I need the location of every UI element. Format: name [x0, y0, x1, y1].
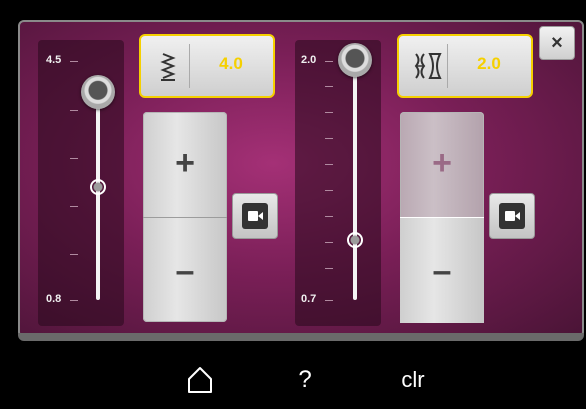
slider-tick — [325, 112, 333, 113]
close-icon: × — [551, 32, 563, 54]
decrease-width-button[interactable]: – — [143, 217, 227, 323]
stitch-length-display[interactable]: 2.0 — [397, 34, 533, 98]
clear-label: clr — [401, 367, 425, 392]
slider-tick — [70, 158, 78, 159]
slider-tick — [325, 61, 333, 62]
panel-footer-strip — [18, 333, 584, 341]
close-button[interactable]: × — [539, 26, 575, 60]
help-button[interactable]: ? — [285, 360, 325, 400]
slider-tick — [325, 216, 333, 217]
length-video-button[interactable] — [489, 193, 535, 239]
slider-tick — [70, 254, 78, 255]
clear-button[interactable]: clr — [388, 360, 438, 400]
slider-max-label: 2.0 — [301, 54, 317, 66]
width-video-button[interactable] — [232, 193, 278, 239]
stitch-width-display[interactable]: 4.0 — [139, 34, 275, 98]
slider-tick — [325, 242, 333, 243]
slider-handle[interactable] — [338, 43, 372, 77]
help-icon: ? — [298, 366, 312, 393]
slider-tick — [325, 268, 333, 269]
slider-rail — [353, 75, 357, 300]
slider-rail — [96, 95, 100, 300]
increase-length-button: + — [400, 112, 484, 217]
slider-tick — [325, 190, 333, 191]
increase-width-button[interactable]: + — [143, 112, 227, 217]
slider-min-label: 0.8 — [46, 293, 62, 305]
slider-handle[interactable] — [81, 75, 115, 109]
stitch-length-icon — [407, 44, 448, 88]
slider-tick — [70, 206, 78, 207]
decrease-length-button[interactable]: – — [400, 217, 484, 323]
stitch-length-slider[interactable]: 2.0 0.7 — [295, 40, 381, 326]
slider-tick — [70, 61, 78, 62]
home-icon — [188, 367, 212, 393]
plus-icon: + — [175, 144, 195, 182]
stitch-length-value: 2.0 — [477, 54, 501, 73]
stitch-length-stepper: + – — [400, 112, 484, 323]
slider-min-label: 0.7 — [301, 293, 317, 305]
slider-tick — [325, 86, 333, 87]
slider-max-label: 4.5 — [46, 54, 62, 66]
slider-tick — [325, 164, 333, 165]
stitch-width-value: 4.0 — [219, 54, 243, 73]
slider-tick — [325, 138, 333, 139]
default-value-marker — [347, 232, 363, 248]
minus-icon: – — [432, 252, 452, 290]
plus-icon: + — [432, 144, 452, 182]
home-button[interactable] — [180, 360, 220, 400]
default-value-marker — [90, 179, 106, 195]
slider-tick — [325, 300, 333, 301]
stitch-width-icon — [149, 44, 190, 88]
minus-icon: – — [175, 252, 195, 290]
video-camera-icon — [242, 203, 268, 229]
stitch-width-slider[interactable]: 4.5 0.8 — [38, 40, 124, 326]
slider-tick — [70, 300, 78, 301]
video-camera-icon — [499, 203, 525, 229]
stitch-width-stepper: + – — [143, 112, 227, 322]
slider-tick — [70, 110, 78, 111]
